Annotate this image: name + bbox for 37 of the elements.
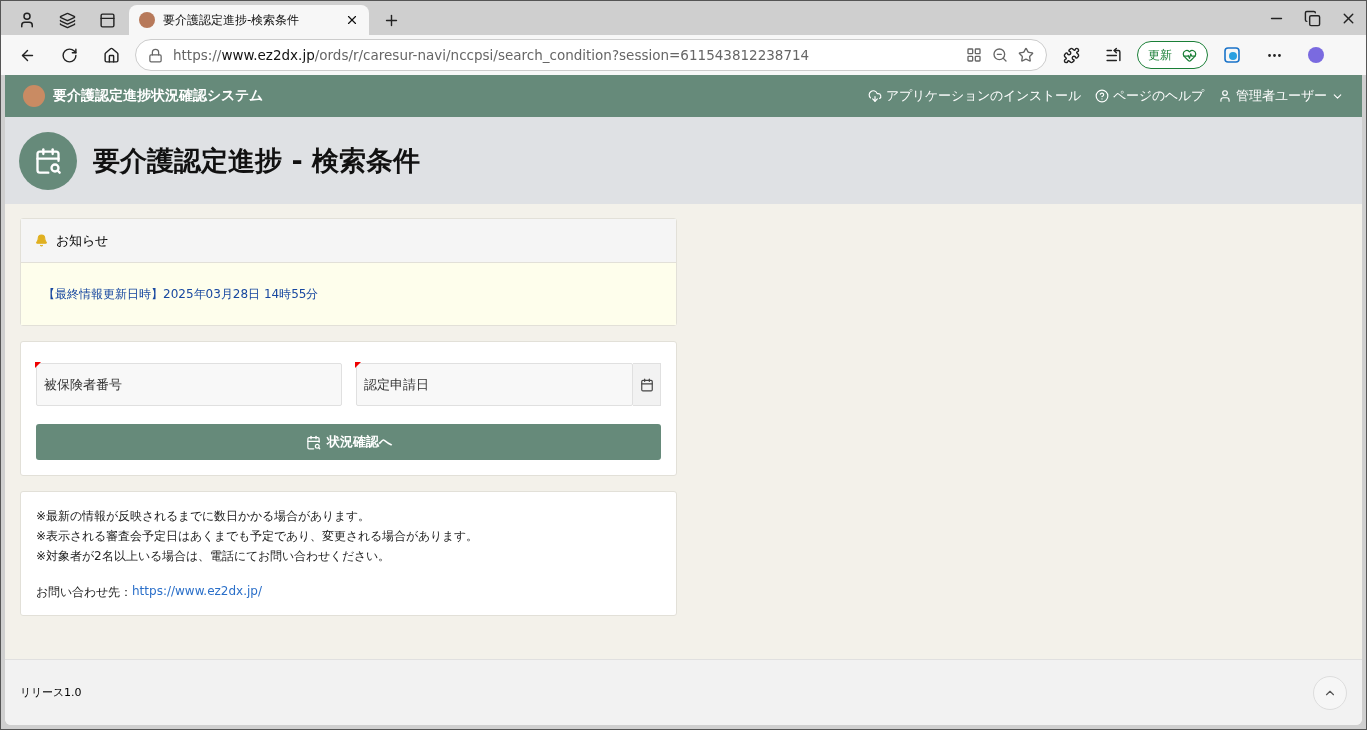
lock-icon — [148, 47, 163, 63]
release-text: リリース1.0 — [20, 685, 82, 700]
browser-tab[interactable]: 要介護認定進捗-検索条件 — [129, 5, 369, 35]
notice-text: 【最終情報更新日時】2025年03月28日 14時55分 — [43, 285, 319, 303]
zoom-out-icon[interactable] — [992, 47, 1008, 63]
submit-button[interactable]: 状況確認へ — [36, 424, 661, 460]
cloud-download-icon — [868, 89, 882, 103]
note-text: ※最新の情報が反映されるまでに数日かかる場合があります。 — [36, 508, 372, 525]
favicon-icon — [139, 12, 155, 28]
bell-icon — [35, 234, 48, 247]
header-link[interactable]: 管理者ユーザー — [1218, 87, 1344, 105]
contact-link[interactable]: https://www.ez2dx.jp/ — [132, 584, 262, 601]
calendar-search-icon — [305, 434, 321, 450]
calendar-icon — [639, 377, 654, 392]
app-logo-icon — [23, 85, 45, 107]
header-link[interactable]: ページのヘルプ — [1095, 87, 1204, 105]
heart-pulse-icon — [1182, 47, 1197, 63]
user-icon — [1218, 89, 1232, 103]
help-icon — [1095, 89, 1109, 103]
update-button[interactable]: 更新 — [1137, 41, 1208, 69]
star-icon[interactable] — [1018, 47, 1034, 63]
address-bar[interactable]: https://www.ez2dx.jp/ords/r/caresur-navi/nccpsi/search_condition?session=611543812238714 — [135, 39, 1047, 71]
date-field[interactable]: 認定申請日 — [355, 363, 633, 406]
page-title: 要介護認定進捗 - 検索条件 — [93, 143, 420, 178]
grid-icon[interactable] — [966, 47, 982, 63]
note-text: ※対象者が2名以上いる場合は、電話にてお問い合わせください。 — [36, 548, 391, 565]
notice-title: お知らせ — [56, 231, 108, 250]
note-text: ※表示される審査会予定日はあくまでも予定であり、変更される場合があります。 — [36, 528, 480, 545]
url-text: https://www.ez2dx.jp/ords/r/caresur-navi/nccpsi/search_condition?session=611543812238714 — [173, 47, 811, 63]
input-field[interactable]: 被保険者番号 — [36, 363, 342, 406]
calendar-button[interactable] — [633, 363, 661, 406]
tab-title: 要介護認定進捗-検索条件 — [163, 11, 301, 29]
contact-label: お問い合わせ先： — [36, 584, 132, 601]
close-icon[interactable] — [345, 13, 359, 27]
calendar-search-icon — [19, 131, 77, 190]
app-title: 要介護認定進捗状況確認システム — [53, 87, 263, 105]
header-link[interactable]: アプリケーションのインストール — [868, 87, 1081, 105]
